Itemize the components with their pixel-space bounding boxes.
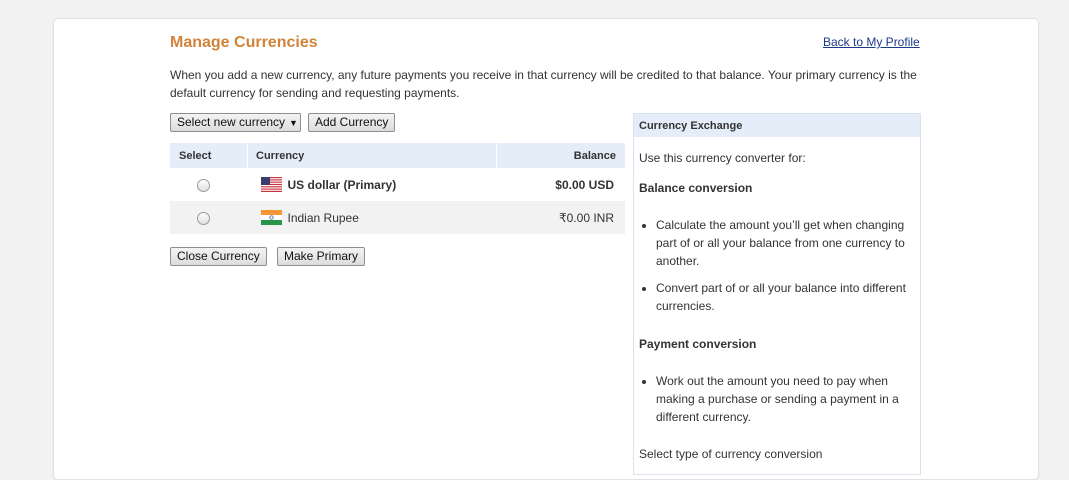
exchange-intro: Use this currency converter for:: [639, 151, 806, 165]
currency-balance: $0.00 USD: [496, 168, 625, 201]
back-to-profile-link[interactable]: Back to My Profile: [823, 35, 920, 49]
header-balance: Balance: [496, 143, 625, 168]
currency-exchange-panel: Currency Exchange Use this currency conv…: [633, 113, 921, 475]
table-row: Indian Rupee ₹0.00 INR: [170, 201, 625, 234]
balance-conversion-heading: Balance conversion: [639, 181, 753, 195]
header-select: Select: [170, 143, 248, 168]
payment-conversion-heading: Payment conversion: [639, 337, 757, 351]
select-radio-usd[interactable]: [197, 179, 211, 193]
header-currency: Currency: [247, 143, 497, 168]
currency-balance: ₹0.00 INR: [496, 201, 625, 234]
list-item: Convert part of or all your balance into…: [656, 279, 915, 315]
currency-name: US dollar (Primary): [287, 177, 397, 192]
currency-exchange-title: Currency Exchange: [634, 114, 920, 137]
list-item: Work out the amount you need to pay when…: [656, 372, 915, 426]
currency-name: Indian Rupee: [287, 210, 359, 225]
intro-text: When you add a new currency, any future …: [170, 68, 917, 100]
select-radio-inr[interactable]: [197, 212, 211, 226]
us-flag-icon: [260, 177, 282, 193]
chevron-down-icon: ▼: [289, 118, 298, 128]
select-new-currency-dropdown[interactable]: Select new currency ▼: [170, 113, 301, 132]
make-primary-button[interactable]: Make Primary: [277, 247, 365, 266]
select-new-currency-label: Select new currency: [177, 115, 286, 129]
page-title: Manage Currencies: [170, 34, 318, 51]
currencies-table: Select Currency Balance US dollar (Prima…: [170, 143, 625, 234]
close-currency-button[interactable]: Close Currency: [170, 247, 267, 266]
list-item: Calculate the amount you’ll get when cha…: [656, 216, 915, 270]
table-row: US dollar (Primary) $0.00 USD: [170, 168, 625, 201]
add-currency-button[interactable]: Add Currency: [308, 113, 395, 132]
select-conversion-type-label: Select type of currency conversion: [639, 447, 823, 461]
india-flag-icon: [260, 210, 282, 226]
